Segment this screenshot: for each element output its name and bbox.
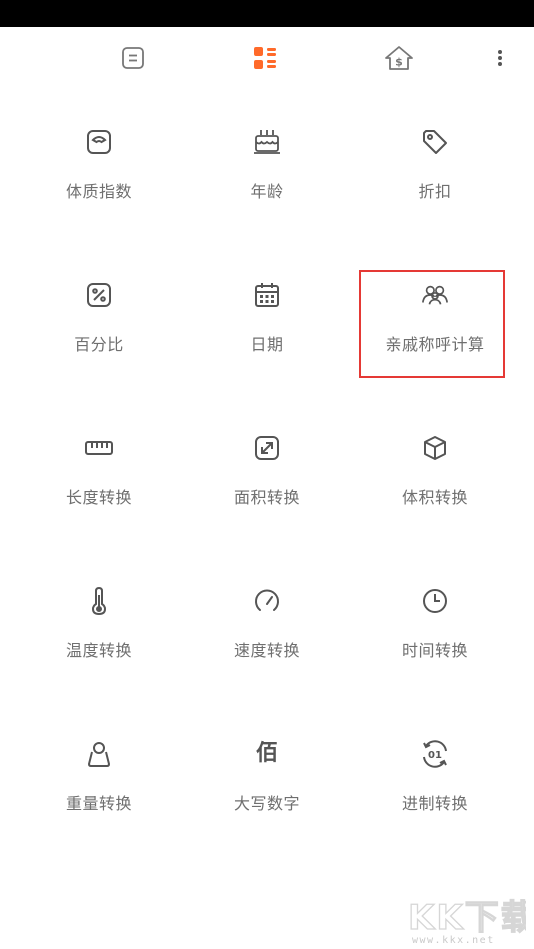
tool-label: 温度转换 [65, 641, 132, 660]
highlight-box [359, 270, 505, 378]
tool-area[interactable]: 面积转换 [183, 406, 351, 526]
weight-icon [85, 740, 113, 768]
tool-label: 时间转换 [401, 641, 468, 660]
tool-time[interactable]: 时间转换 [351, 559, 519, 679]
tool-label: 年龄 [250, 182, 284, 201]
ruler-icon [85, 434, 113, 462]
svg-text:01: 01 [428, 750, 442, 761]
top-navigation: $ [0, 27, 534, 87]
tab-currency[interactable]: $ [382, 41, 416, 75]
equals-square-icon [122, 47, 144, 69]
speedometer-icon [253, 587, 281, 615]
cake-icon [253, 128, 281, 156]
tool-weight[interactable]: 重量转换 [15, 712, 183, 832]
thermometer-icon [85, 587, 113, 615]
tab-calculator[interactable] [116, 41, 150, 75]
watermark: KK下载 www.kkx.net [407, 897, 526, 945]
tool-label: 面积转换 [233, 488, 300, 507]
tool-bmi[interactable]: 体质指数 [15, 100, 183, 220]
more-vertical-icon [498, 50, 502, 66]
tool-uppercase[interactable]: 佰 大写数字 [183, 712, 351, 832]
cube-icon [421, 434, 449, 462]
tab-tools[interactable] [248, 41, 282, 75]
tool-radix[interactable]: 01 进制转换 [351, 712, 519, 832]
tool-volume[interactable]: 体积转换 [351, 406, 519, 526]
tool-label: 体质指数 [65, 182, 132, 201]
bai-character-icon: 佰 [255, 741, 278, 766]
expand-icon [253, 434, 281, 462]
tool-label: 进制转换 [401, 794, 468, 813]
svg-text:www.kkx.net: www.kkx.net [412, 935, 495, 945]
tool-percent[interactable]: 百分比 [15, 253, 183, 373]
calendar-icon [253, 281, 281, 309]
svg-text:KK下载: KK下载 [408, 898, 526, 938]
scale-icon [85, 128, 113, 156]
clock-icon [421, 587, 449, 615]
tool-length[interactable]: 长度转换 [15, 406, 183, 526]
tool-label: 速度转换 [233, 641, 300, 660]
tool-label: 长度转换 [65, 488, 132, 507]
binary-icon: 01 [421, 740, 449, 768]
tag-icon [421, 128, 449, 156]
tool-age[interactable]: 年龄 [183, 100, 351, 220]
percent-icon [85, 281, 113, 309]
tool-date[interactable]: 日期 [183, 253, 351, 373]
svg-text:$: $ [395, 56, 403, 69]
tool-label: 大写数字 [233, 794, 300, 813]
grid-list-icon [254, 47, 276, 69]
house-dollar-icon: $ [385, 46, 413, 70]
tool-label: 日期 [250, 335, 284, 354]
tool-speed[interactable]: 速度转换 [183, 559, 351, 679]
tool-temperature[interactable]: 温度转换 [15, 559, 183, 679]
tool-label: 重量转换 [65, 794, 132, 813]
status-bar [0, 0, 534, 27]
more-menu-button[interactable] [483, 41, 517, 75]
tool-label: 体积转换 [401, 488, 468, 507]
tool-label: 折扣 [418, 182, 452, 201]
tool-label: 百分比 [74, 335, 124, 354]
tool-discount[interactable]: 折扣 [351, 100, 519, 220]
